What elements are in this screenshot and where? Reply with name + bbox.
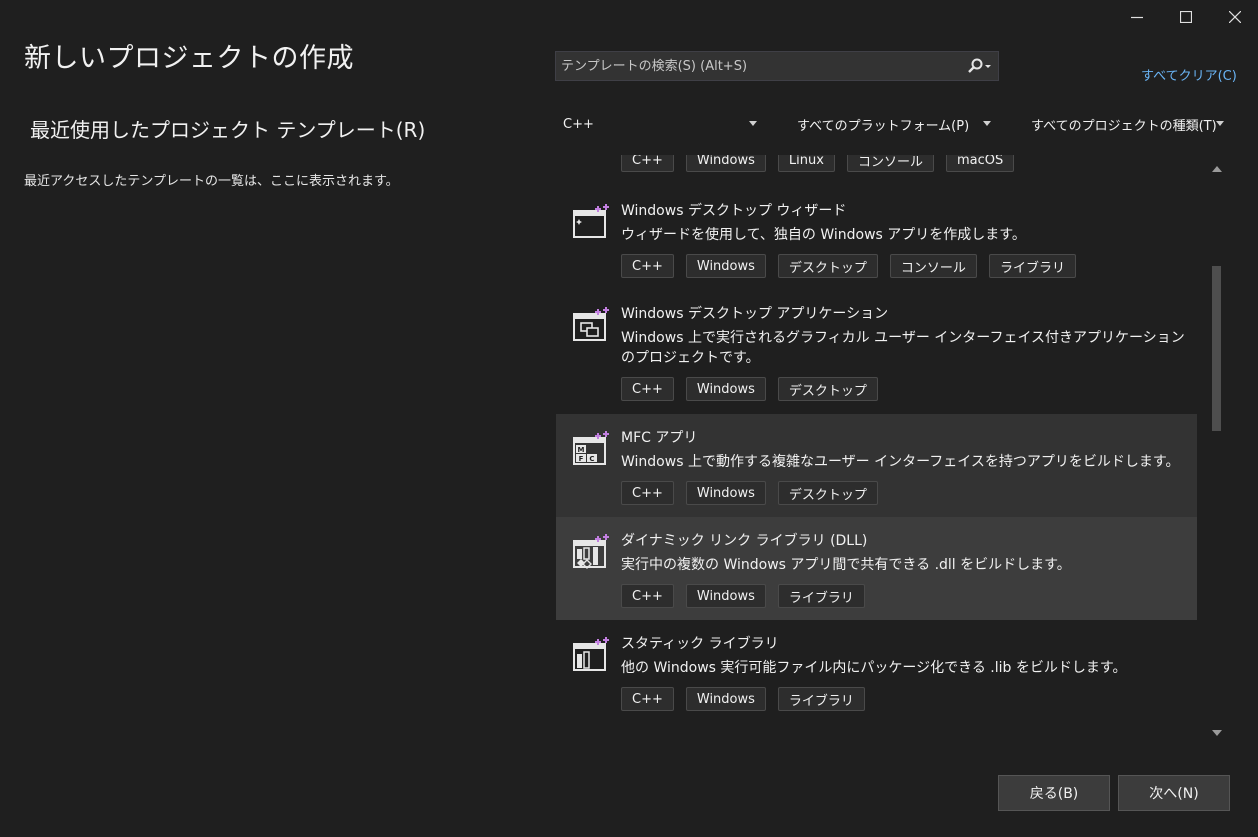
template-name: Windows デスクトップ アプリケーション bbox=[621, 306, 889, 322]
template-description: Windows 上で実行されるグラフィカル ユーザー インターフェイス付きアプリ… bbox=[621, 330, 1185, 366]
tag: Linux bbox=[777, 155, 835, 172]
tag: Windows bbox=[685, 481, 766, 505]
static-library-icon bbox=[573, 637, 609, 671]
chevron-down-icon bbox=[983, 121, 991, 126]
tag: Windows bbox=[685, 377, 766, 401]
tag: macOS bbox=[945, 155, 1015, 172]
search-icon bbox=[968, 58, 991, 73]
chevron-down-icon bbox=[1216, 121, 1224, 126]
tag: ライブラリ bbox=[777, 687, 865, 711]
recent-templates-heading: 最近使用したプロジェクト テンプレート(R) bbox=[30, 118, 426, 142]
template-description: 他の Windows 実行可能ファイル内にパッケージ化できる .lib をビルド… bbox=[621, 660, 1127, 676]
platform-filter-value: すべてのプラットフォーム(P) bbox=[797, 118, 970, 134]
tag: コンソール bbox=[889, 254, 977, 278]
template-description: Windows 上で動作する複雑なユーザー インターフェイスを持つアプリをビルド… bbox=[621, 454, 1180, 470]
template-search-input[interactable] bbox=[556, 57, 962, 75]
tag: デスクトップ bbox=[777, 377, 878, 401]
language-filter-dropdown[interactable]: C++ bbox=[563, 110, 757, 138]
tag: デスクトップ bbox=[777, 254, 878, 278]
desktop-app-icon bbox=[573, 307, 609, 341]
wizard-icon bbox=[573, 204, 609, 238]
recent-templates-empty-text: 最近アクセスしたテンプレートの一覧は、ここに表示されます。 bbox=[24, 174, 399, 189]
tag: C++ bbox=[621, 584, 674, 608]
tag: Windows bbox=[685, 155, 766, 172]
tag: Windows bbox=[685, 687, 766, 711]
scrollbar-thumb[interactable] bbox=[1212, 266, 1221, 431]
next-button[interactable]: 次へ(N) bbox=[1118, 775, 1230, 811]
svg-text:M: M bbox=[578, 446, 585, 454]
maximize-icon bbox=[1180, 11, 1192, 23]
template-item-desktop-application[interactable]: Windows デスクトップ アプリケーション Windows 上で実行されるグ… bbox=[556, 290, 1197, 413]
minimize-icon bbox=[1131, 16, 1143, 19]
template-name: MFC アプリ bbox=[621, 430, 698, 446]
project-type-filter-value: すべてのプロジェクトの種類(T) bbox=[1031, 118, 1217, 134]
page-title: 新しいプロジェクトの作成 bbox=[24, 43, 354, 74]
scroll-up-icon[interactable] bbox=[1212, 166, 1222, 172]
close-button[interactable] bbox=[1212, 0, 1258, 34]
template-list-scrollbar[interactable] bbox=[1208, 160, 1226, 744]
tag: ライブラリ bbox=[777, 584, 865, 608]
template-description: ウィザードを使用して、独自の Windows アプリを作成します。 bbox=[621, 227, 1026, 243]
platform-filter-dropdown[interactable]: すべてのプラットフォーム(P) bbox=[797, 110, 991, 138]
tag: Windows bbox=[685, 584, 766, 608]
search-dropdown-button[interactable] bbox=[962, 58, 998, 74]
chevron-down-icon bbox=[749, 121, 757, 126]
tag: デスクトップ bbox=[777, 481, 878, 505]
template-name: ダイナミック リンク ライブラリ (DLL) bbox=[621, 533, 868, 549]
template-list: C++ Windows Linux コンソール macOS Windows デス… bbox=[556, 155, 1197, 745]
template-name: スタティック ライブラリ bbox=[621, 636, 779, 652]
template-search-box[interactable] bbox=[555, 51, 999, 81]
tag: ライブラリ bbox=[988, 254, 1076, 278]
minimize-button[interactable] bbox=[1114, 0, 1160, 34]
back-button[interactable]: 戻る(B) bbox=[998, 775, 1110, 811]
maximize-button[interactable] bbox=[1163, 0, 1209, 34]
template-name: Windows デスクトップ ウィザード bbox=[621, 203, 847, 219]
template-description: 実行中の複数の Windows アプリ間で共有できる .dll をビルドします。 bbox=[621, 557, 1071, 573]
template-item-dll[interactable]: ダイナミック リンク ライブラリ (DLL) 実行中の複数の Windows ア… bbox=[556, 517, 1197, 620]
close-icon bbox=[1229, 11, 1241, 23]
mfc-icon: M F C bbox=[573, 431, 609, 465]
svg-text:F: F bbox=[579, 455, 584, 463]
tag: Windows bbox=[685, 254, 766, 278]
tag: C++ bbox=[621, 155, 674, 172]
language-filter-value: C++ bbox=[563, 116, 594, 132]
template-item-static-library[interactable]: スタティック ライブラリ 他の Windows 実行可能ファイル内にパッケージ化… bbox=[556, 620, 1197, 723]
tag: C++ bbox=[621, 481, 674, 505]
tag: C++ bbox=[621, 687, 674, 711]
tag: C++ bbox=[621, 377, 674, 401]
clear-all-link[interactable]: すべてクリア(C) bbox=[1141, 65, 1237, 84]
project-type-filter-dropdown[interactable]: すべてのプロジェクトの種類(T) bbox=[1031, 110, 1224, 138]
template-item-desktop-wizard[interactable]: Windows デスクトップ ウィザード ウィザードを使用して、独自の Wind… bbox=[556, 187, 1197, 290]
template-item-mfc-app[interactable]: M F C MFC アプリ Windows 上で動作する複雑なユーザー インター… bbox=[556, 414, 1197, 517]
tag: コンソール bbox=[846, 155, 934, 172]
dll-icon bbox=[573, 534, 609, 569]
tag: C++ bbox=[621, 254, 674, 278]
scroll-down-icon[interactable] bbox=[1212, 730, 1222, 736]
svg-text:C: C bbox=[589, 455, 594, 463]
